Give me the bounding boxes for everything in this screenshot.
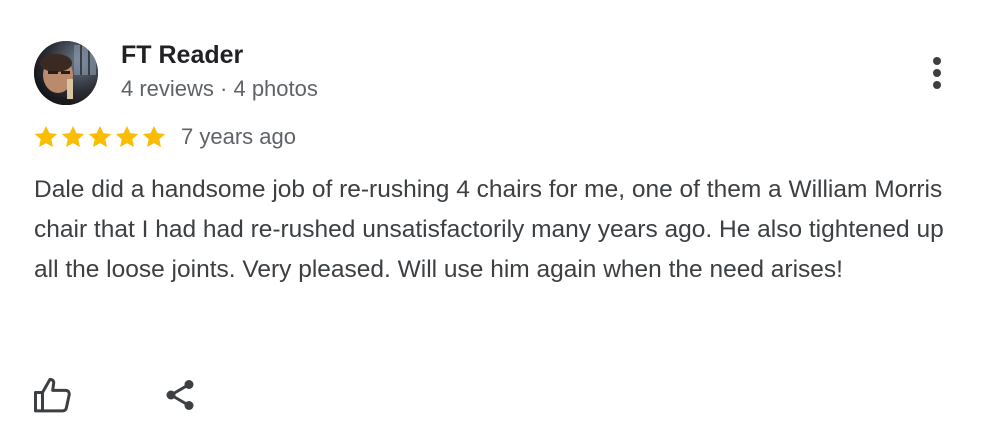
- more-vert-icon: [933, 57, 941, 89]
- star-filled-icon: [88, 125, 112, 147]
- star-filled-icon: [61, 125, 85, 147]
- reviewer-name[interactable]: FT Reader: [121, 41, 243, 70]
- review-time: 7 years ago: [181, 124, 296, 149]
- review-text: Dale did a handsome job of re-rushing 4 …: [34, 176, 944, 283]
- more-options-button[interactable]: [916, 52, 958, 94]
- reviewer-avatar[interactable]: [34, 41, 98, 105]
- avatar-photo-icon: [34, 41, 98, 105]
- star-filled-icon: [115, 125, 139, 147]
- share-icon: [166, 380, 194, 410]
- star-filled-icon: [142, 125, 166, 147]
- reviewer-stats: 4 reviews · 4 photos: [121, 76, 318, 101]
- star-rating: [33, 124, 167, 150]
- thumbs-up-icon: [34, 377, 71, 413]
- share-button[interactable]: [157, 372, 203, 418]
- review-card: FT Reader 4 reviews · 4 photos 7 years a…: [0, 0, 981, 439]
- rating-row: 7 years ago: [33, 122, 296, 152]
- like-button[interactable]: [30, 372, 76, 418]
- star-filled-icon: [34, 125, 58, 147]
